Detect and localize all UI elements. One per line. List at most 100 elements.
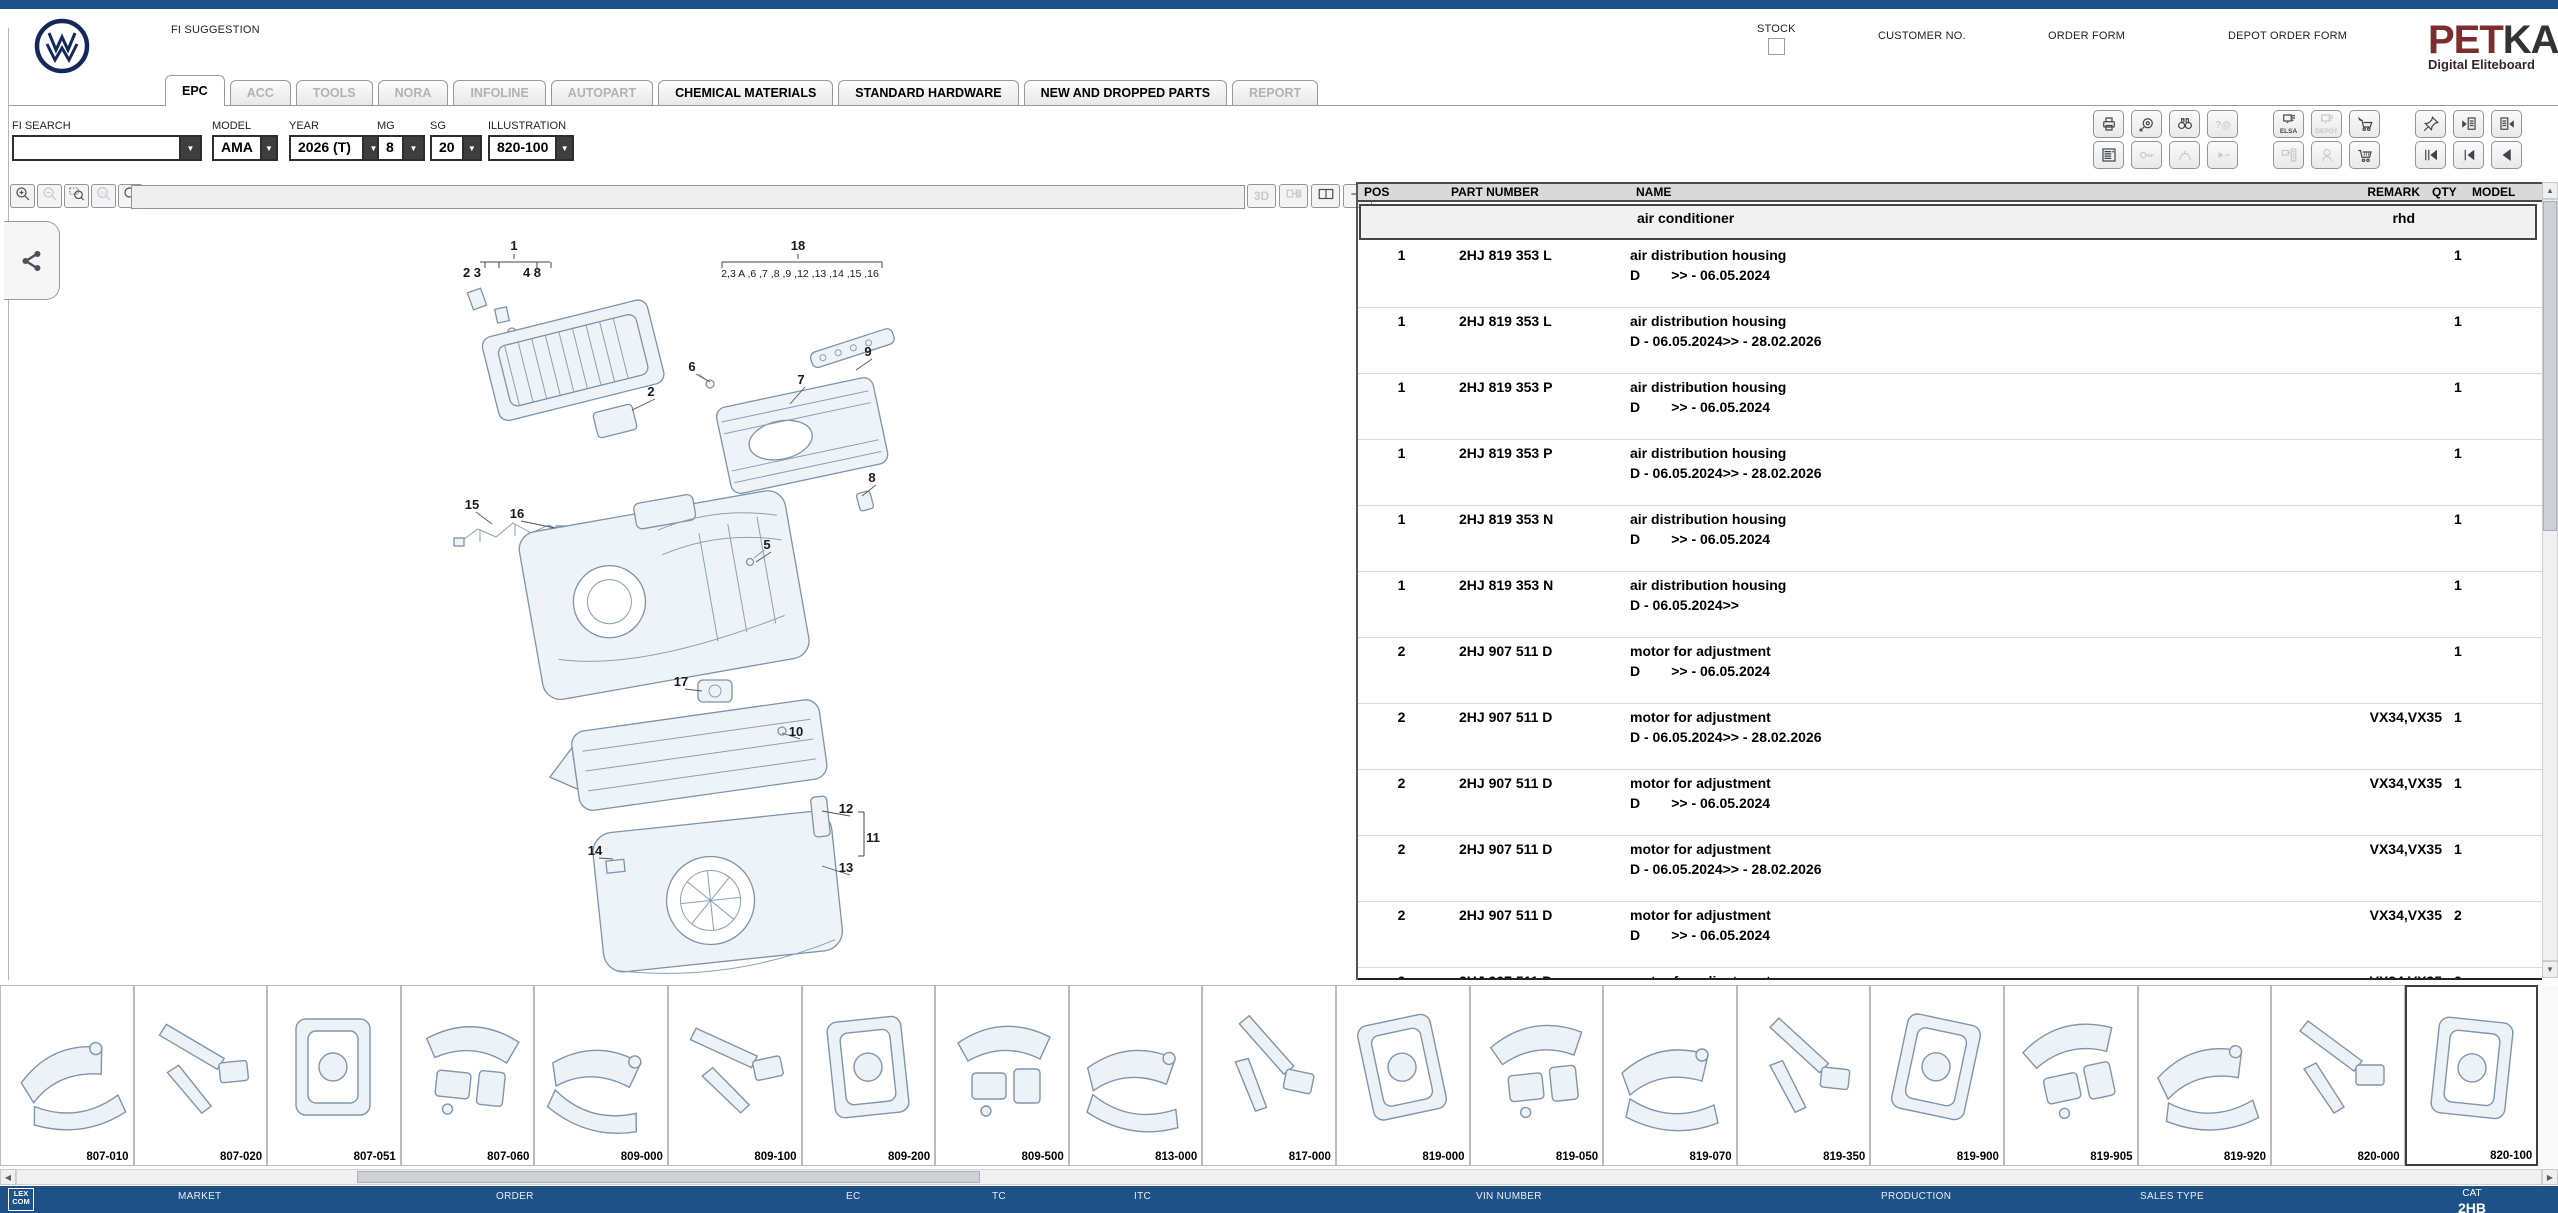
split-view-button[interactable] bbox=[1311, 184, 1340, 208]
assistant-button[interactable] bbox=[2311, 141, 2342, 169]
elsa-button[interactable]: ELSA bbox=[2273, 110, 2304, 138]
tab-nora[interactable]: NORA bbox=[378, 80, 449, 106]
zoom-100-button[interactable]: 100 bbox=[91, 184, 116, 208]
next-document-button[interactable] bbox=[2491, 110, 2522, 138]
view-3d-button[interactable]: 3D bbox=[1247, 184, 1276, 208]
scroll-left-button[interactable]: ◀ bbox=[0, 1169, 16, 1185]
table-row[interactable]: 12HJ 819 353 Lair distribution housingD … bbox=[1358, 242, 2542, 308]
resume-button[interactable] bbox=[2207, 141, 2238, 169]
table-row[interactable]: 12HJ 819 353 Nair distribution housingD … bbox=[1358, 572, 2542, 638]
chevron-down-icon[interactable]: ▼ bbox=[179, 137, 200, 159]
diagram-callout[interactable]: 14 bbox=[588, 843, 603, 858]
tab-report[interactable]: REPORT bbox=[1232, 80, 1318, 106]
illustration-thumbnail-807-010[interactable]: 807-010 bbox=[0, 985, 134, 1166]
diagram-callout[interactable]: 1 bbox=[510, 238, 517, 253]
diagram-callout[interactable]: 5 bbox=[763, 537, 770, 552]
cart-transfer-button[interactable] bbox=[2349, 110, 2380, 138]
diagram-callout[interactable]: 15 bbox=[465, 497, 479, 512]
pin-button[interactable] bbox=[2415, 110, 2446, 138]
tab-autopart[interactable]: AUTOPART bbox=[551, 80, 653, 106]
illustration-thumbnail-817-000[interactable]: 817-000 bbox=[1202, 985, 1336, 1166]
diagram-callout[interactable]: 8 bbox=[868, 470, 875, 485]
stock-checkbox[interactable] bbox=[1768, 38, 1785, 55]
parts-diagram[interactable]: 12 34 81826798151651710121113142,3 A ,6 … bbox=[10, 210, 1350, 980]
tab-standard-hardware[interactable]: STANDARD HARDWARE bbox=[838, 80, 1018, 106]
cart-button[interactable] bbox=[2349, 141, 2380, 169]
diagram-callout[interactable]: 17 bbox=[674, 674, 688, 689]
chevron-down-icon[interactable]: ▼ bbox=[402, 137, 423, 159]
illustration-thumbnail-820-100[interactable]: 820-100 bbox=[2405, 985, 2539, 1166]
table-row[interactable]: 22HJ 907 511 Dmotor for adjustmentD - 06… bbox=[1358, 968, 2542, 980]
nav-back-button[interactable] bbox=[2491, 141, 2522, 169]
chevron-down-icon[interactable]: ▼ bbox=[260, 137, 276, 159]
table-row[interactable]: 22HJ 907 511 Dmotor for adjustmentD - 06… bbox=[1358, 704, 2542, 770]
diagram-callout[interactable]: 7 bbox=[797, 372, 804, 387]
illustration-thumbnail-809-500[interactable]: 809-500 bbox=[935, 985, 1069, 1166]
tab-acc[interactable]: ACC bbox=[230, 80, 291, 106]
chevron-down-icon[interactable]: ▼ bbox=[462, 137, 480, 159]
diagram-callout[interactable]: 6 bbox=[688, 359, 695, 374]
tab-tools[interactable]: TOOLS bbox=[296, 80, 373, 106]
table-row[interactable]: 12HJ 819 353 Pair distribution housingD … bbox=[1358, 440, 2542, 506]
nav-first-button[interactable] bbox=[2415, 141, 2446, 169]
diagram-callout[interactable]: 18 bbox=[791, 238, 805, 253]
elsa-documents-button[interactable] bbox=[2273, 141, 2304, 169]
table-row[interactable]: 12HJ 819 353 Nair distribution housingD … bbox=[1358, 506, 2542, 572]
tab-chemical-materials[interactable]: CHEMICAL MATERIALS bbox=[658, 80, 833, 106]
scroll-up-button[interactable]: ▲ bbox=[2542, 182, 2558, 199]
illustration-thumbnail-819-050[interactable]: 819-050 bbox=[1470, 985, 1604, 1166]
horizontal-scrollbar[interactable] bbox=[16, 1169, 2542, 1185]
help-contact-button[interactable]: ?@ bbox=[2207, 110, 2238, 138]
scroll-down-button[interactable]: ▼ bbox=[2542, 961, 2558, 978]
depot-button[interactable]: DEPOT bbox=[2311, 110, 2342, 138]
mg-select[interactable]: 8▼ bbox=[377, 135, 425, 161]
table-row[interactable]: 22HJ 907 511 Dmotor for adjustmentD >> -… bbox=[1358, 902, 2542, 968]
table-row[interactable]: 22HJ 907 511 Dmotor for adjustmentD >> -… bbox=[1358, 770, 2542, 836]
illustration-search-input[interactable] bbox=[131, 185, 1245, 209]
illustration-thumbnail-813-000[interactable]: 813-000 bbox=[1069, 985, 1203, 1166]
illustration-thumbnail-819-920[interactable]: 819-920 bbox=[2138, 985, 2272, 1166]
table-row[interactable]: 22HJ 907 511 Dmotor for adjustmentD >> -… bbox=[1358, 638, 2542, 704]
model-select[interactable]: AMA▼ bbox=[212, 135, 278, 161]
illustration-thumbnail-809-100[interactable]: 809-100 bbox=[668, 985, 802, 1166]
towing-button[interactable] bbox=[2169, 141, 2200, 169]
table-row[interactable]: 12HJ 819 353 Pair distribution housingD … bbox=[1358, 374, 2542, 440]
export-grid-button[interactable] bbox=[1279, 184, 1308, 208]
year-select[interactable]: 2026 (T)▼ bbox=[289, 135, 385, 161]
illustration-select[interactable]: 820-100▼ bbox=[488, 135, 574, 161]
sg-select[interactable]: 20▼ bbox=[430, 135, 482, 161]
diagram-callout[interactable]: 11 bbox=[866, 830, 880, 845]
diagram-callout[interactable]: 13 bbox=[839, 860, 853, 875]
illustration-thumbnail-809-200[interactable]: 809-200 bbox=[802, 985, 936, 1166]
illustration-thumbnail-807-060[interactable]: 807-060 bbox=[401, 985, 535, 1166]
tab-infoline[interactable]: INFOLINE bbox=[453, 80, 545, 106]
previous-document-button[interactable] bbox=[2453, 110, 2484, 138]
table-row[interactable]: 12HJ 819 353 Lair distribution housingD … bbox=[1358, 308, 2542, 374]
illustration-thumbnail-809-000[interactable]: 809-000 bbox=[534, 985, 668, 1166]
scrollbar-thumb[interactable] bbox=[357, 1171, 980, 1183]
tab-epc[interactable]: EPC bbox=[165, 75, 225, 106]
diagram-callout[interactable]: 9 bbox=[864, 344, 871, 359]
illustration-thumbnail-819-900[interactable]: 819-900 bbox=[1870, 985, 2004, 1166]
zoom-window-button[interactable] bbox=[64, 184, 89, 208]
vertical-scrollbar[interactable] bbox=[2542, 199, 2558, 961]
tab-new-and-dropped-parts[interactable]: NEW AND DROPPED PARTS bbox=[1024, 80, 1227, 106]
key-button[interactable] bbox=[2131, 141, 2162, 169]
scroll-right-button[interactable]: ▶ bbox=[2542, 1169, 2558, 1185]
diagram-callout[interactable]: 2 3 bbox=[463, 265, 481, 280]
illustration-thumbnail-807-051[interactable]: 807-051 bbox=[267, 985, 401, 1166]
scrollbar-thumb[interactable] bbox=[2543, 201, 2557, 531]
illustration-thumbnail-819-905[interactable]: 819-905 bbox=[2004, 985, 2138, 1166]
fi-search-input[interactable]: ▼ bbox=[12, 135, 202, 161]
table-row[interactable]: 22HJ 907 511 Dmotor for adjustmentD - 06… bbox=[1358, 836, 2542, 902]
diagram-callout[interactable]: 2 bbox=[647, 384, 654, 399]
chevron-down-icon[interactable]: ▼ bbox=[555, 137, 572, 159]
section-header-row[interactable]: air conditioner rhd bbox=[1359, 204, 2537, 240]
diagram-callout[interactable]: 10 bbox=[789, 724, 803, 739]
diagram-callout[interactable]: 4 8 bbox=[523, 265, 541, 280]
nav-previous-button[interactable] bbox=[2453, 141, 2484, 169]
illustration-thumbnail-819-000[interactable]: 819-000 bbox=[1336, 985, 1470, 1166]
print-button[interactable] bbox=[2093, 110, 2124, 138]
diagram-callout[interactable]: 12 bbox=[839, 801, 853, 816]
illustration-thumbnail-807-020[interactable]: 807-020 bbox=[134, 985, 268, 1166]
